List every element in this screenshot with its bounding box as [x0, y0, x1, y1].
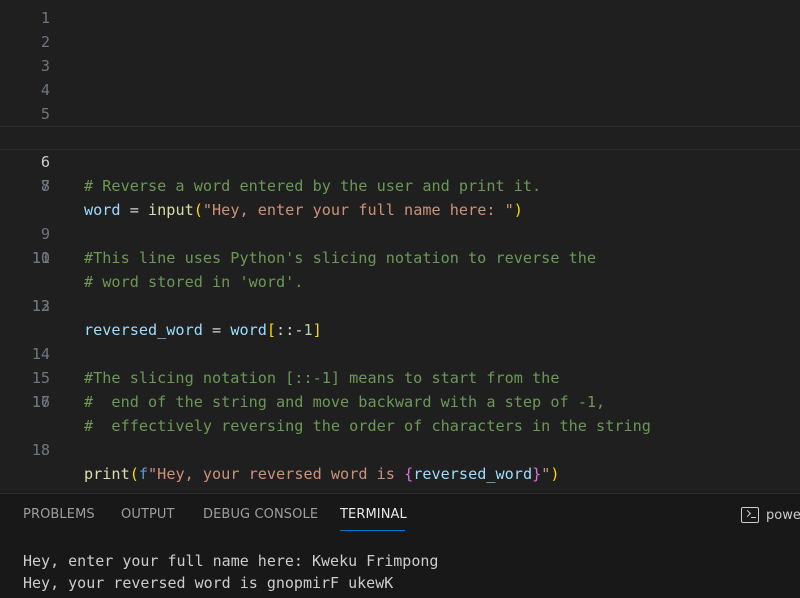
- bracket-token: }: [532, 465, 542, 483]
- line-number: 18: [31, 441, 50, 459]
- terminal-output-line: Hey, enter your full name here: Kweku Fr…: [23, 552, 439, 570]
- code-line[interactable]: 3: [0, 54, 800, 78]
- code-line[interactable]: 17: [0, 390, 800, 414]
- tab-output[interactable]: OUTPUT: [121, 507, 175, 522]
- code-editor[interactable]: 1 2 3 4 5 6 # Reverse a word entered by …: [0, 0, 800, 493]
- line-number: 3: [40, 57, 50, 75]
- code-line[interactable]: 16 # effectively reversing the order of …: [0, 366, 800, 435]
- code-line[interactable]: 13: [0, 294, 800, 318]
- line-number: 11: [31, 249, 50, 267]
- terminal-profile-button[interactable]: powe: [741, 505, 800, 525]
- line-number: 2: [40, 33, 50, 51]
- line-number: 4: [40, 81, 50, 99]
- code-line[interactable]: 7 word = input("Hey, enter your full nam…: [0, 150, 800, 219]
- code-line[interactable]: 5: [0, 102, 800, 126]
- code-line[interactable]: 8: [0, 174, 800, 198]
- bottom-panel: PROBLEMS OUTPUT DEBUG CONSOLE TERMINAL p…: [0, 493, 800, 598]
- tab-debug-console[interactable]: DEBUG CONSOLE: [203, 507, 318, 522]
- terminal-profile-label: powe: [766, 507, 800, 523]
- bracket-token: {: [404, 465, 414, 483]
- function-token: print: [84, 465, 130, 483]
- terminal-icon: [741, 507, 759, 523]
- code-line[interactable]: 11: [0, 246, 800, 270]
- code-line[interactable]: 18 print(f"Hey, your reversed word is {r…: [0, 414, 800, 483]
- code-line[interactable]: 12 reversed_word = word[::-1]: [0, 270, 800, 339]
- code-text: print(f"Hey, your reversed word is {reve…: [84, 462, 560, 486]
- code-line[interactable]: 15 # end of the string and move backward…: [0, 342, 800, 411]
- code-line-active[interactable]: 6 # Reverse a word entered by the user a…: [0, 126, 800, 195]
- variable-token: reversed_word: [413, 465, 533, 483]
- code-line[interactable]: 1: [0, 6, 800, 30]
- code-line[interactable]: 9 #This line uses Python's slicing notat…: [0, 198, 800, 267]
- line-number: 5: [40, 105, 50, 123]
- code-line[interactable]: 14 #The slicing notation [::-1] means to…: [0, 318, 800, 387]
- code-line[interactable]: 2: [0, 30, 800, 54]
- code-line[interactable]: 10 # word stored in 'word'.: [0, 222, 800, 291]
- line-number: 8: [40, 177, 50, 195]
- line-number: 17: [31, 393, 50, 411]
- code-line[interactable]: 4: [0, 78, 800, 102]
- string-token: "Hey, your reversed word is: [148, 465, 405, 483]
- tab-problems[interactable]: PROBLEMS: [23, 507, 95, 522]
- line-number: 13: [31, 297, 50, 315]
- line-number: 1: [40, 9, 50, 27]
- fstring-prefix-token: f: [138, 465, 149, 483]
- bracket-token: (: [129, 465, 139, 483]
- bracket-token: ): [550, 465, 560, 483]
- tab-terminal[interactable]: TERMINAL: [340, 507, 407, 522]
- terminal-output-line: Hey, your reversed word is gnopmirF ukew…: [23, 574, 394, 592]
- active-tab-indicator: [340, 530, 405, 531]
